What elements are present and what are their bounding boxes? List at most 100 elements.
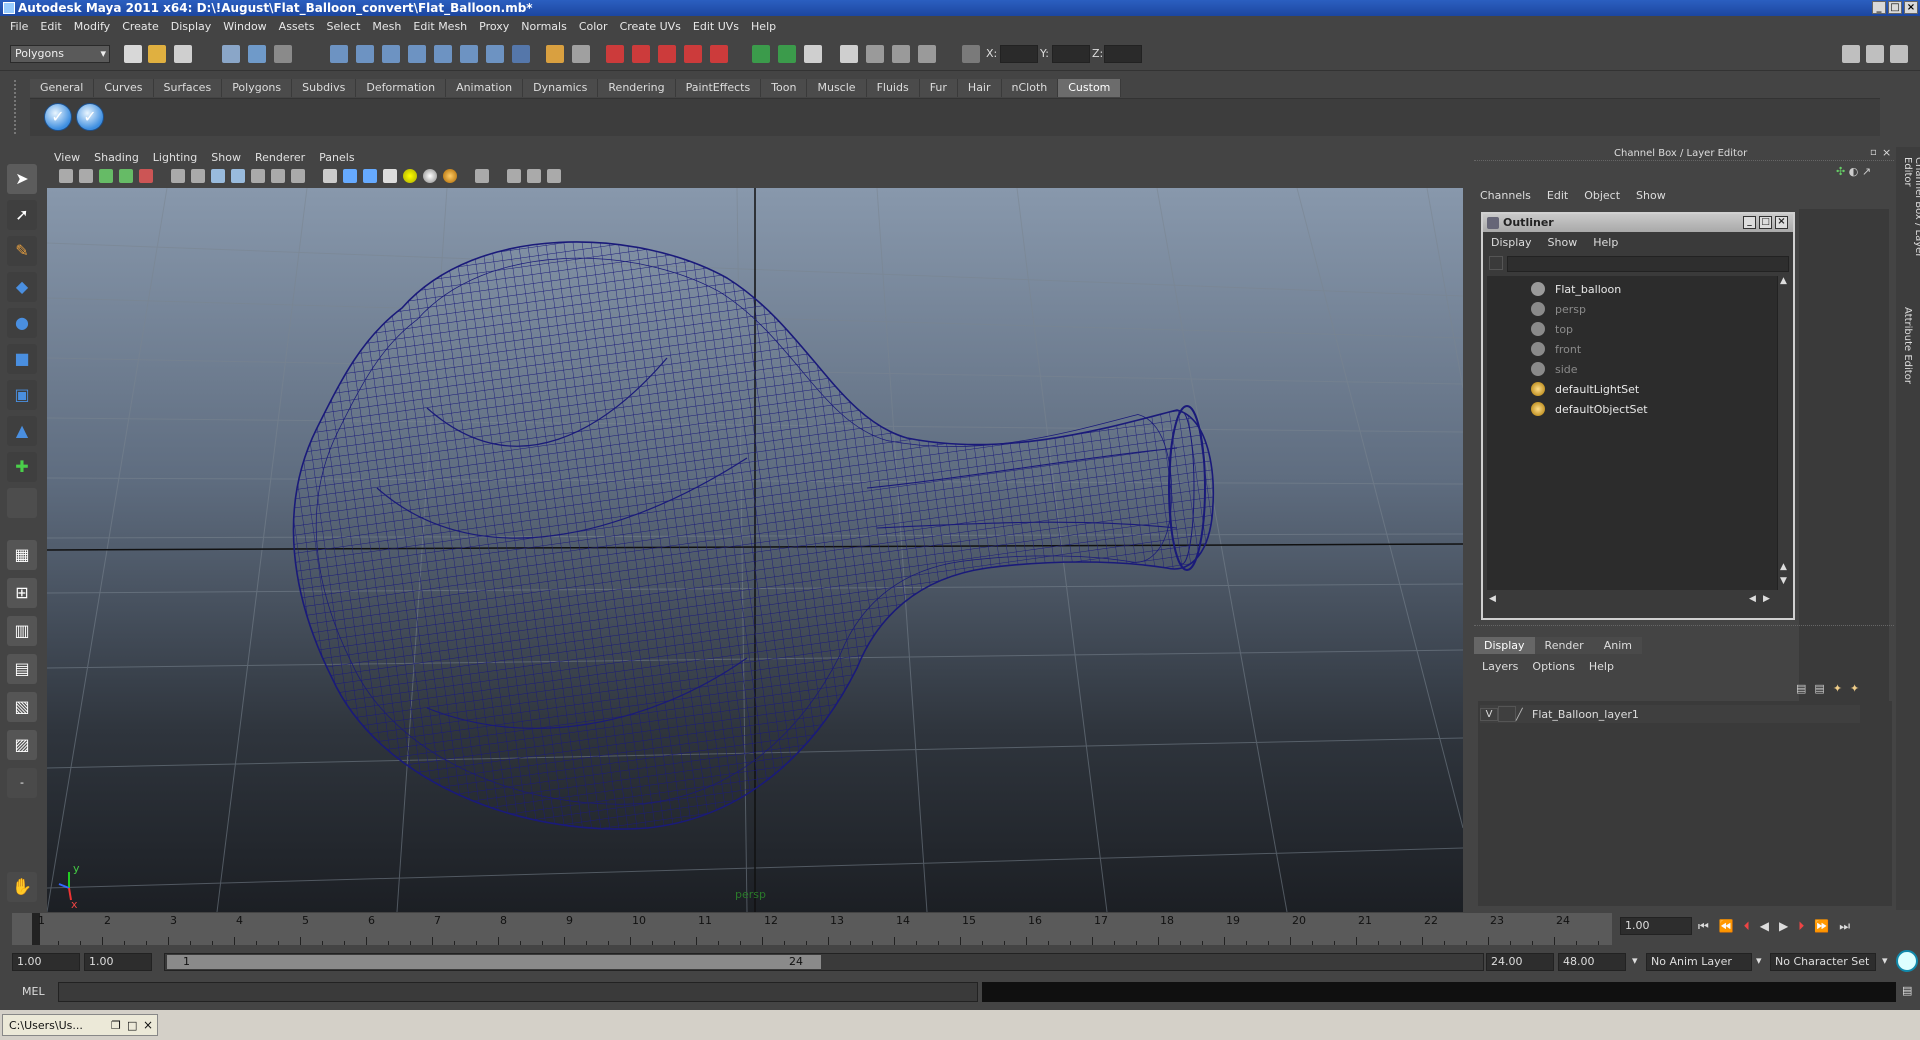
outliner-close-button[interactable]: ×: [1775, 216, 1788, 229]
viewport-menu-panels[interactable]: Panels: [319, 151, 354, 164]
graph-persp-layout-icon[interactable]: ▤: [7, 654, 37, 684]
graph-editor-icon[interactable]: [866, 45, 884, 63]
lasso-tool-icon[interactable]: ➚: [7, 200, 37, 230]
hand-icon[interactable]: ✋: [7, 872, 37, 902]
y-field[interactable]: [1052, 45, 1090, 63]
toggle-channel-box-icon[interactable]: [1842, 45, 1860, 63]
taskbar-item[interactable]: C:\Users\Us... ❐ □ ×: [2, 1014, 158, 1036]
shelf-tab-fluids[interactable]: Fluids: [866, 79, 920, 97]
shelf-tab-animation[interactable]: Animation: [446, 79, 524, 97]
light-icon[interactable]: [403, 169, 417, 183]
help-icon[interactable]: [512, 45, 530, 63]
object-menu[interactable]: Object: [1584, 189, 1620, 202]
float-panel-icon[interactable]: ▫: [1870, 147, 1877, 158]
balloon-wireframe-mesh[interactable]: [292, 241, 1215, 830]
shelf-tab-deformation[interactable]: Deformation: [356, 79, 447, 97]
character-set-selector[interactable]: No Character Set: [1770, 953, 1876, 971]
close-panel-icon[interactable]: ×: [1882, 146, 1891, 159]
outliner-vertical-scrollbar[interactable]: ▲ ▲ ▼: [1777, 276, 1791, 590]
select-tool-icon[interactable]: ➤: [7, 164, 37, 194]
menu-window[interactable]: Window: [223, 20, 266, 33]
shelf-tab-painteffects[interactable]: PaintEffects: [675, 79, 762, 97]
current-frame-field[interactable]: 1.00: [1620, 917, 1692, 935]
transform-input-icon[interactable]: [962, 45, 980, 63]
viewport-menu-shading[interactable]: Shading: [94, 151, 139, 164]
checkmark-shelf-icon[interactable]: ✓: [44, 103, 72, 131]
select-component-icon[interactable]: [274, 45, 292, 63]
go-to-start-icon[interactable]: ⏮: [1698, 919, 1709, 934]
film-gate-icon[interactable]: [191, 169, 205, 183]
step-forward-frame-icon[interactable]: ⏵: [1798, 919, 1804, 934]
layout-expand-icon[interactable]: -: [7, 768, 37, 798]
x-field[interactable]: [1000, 45, 1038, 63]
anim-layer-selector[interactable]: No Anim Layer: [1646, 953, 1752, 971]
outliner-show-menu[interactable]: Show: [1548, 236, 1578, 249]
maximize-icon[interactable]: □: [127, 1019, 137, 1032]
channel-show-menu[interactable]: Show: [1636, 189, 1666, 202]
wireframe-icon[interactable]: [211, 169, 225, 183]
outliner-horizontal-scrollbar[interactable]: ◀ ◀ ▶: [1487, 594, 1777, 608]
outliner-item-default-object-set[interactable]: defaultObjectSet: [1531, 400, 1648, 418]
menu-modify[interactable]: Modify: [74, 20, 110, 33]
persp-graph-layout-icon[interactable]: ▨: [7, 730, 37, 760]
viewport-menu-renderer[interactable]: Renderer: [255, 151, 305, 164]
ambient-occlusion-icon[interactable]: [507, 169, 521, 183]
move-tool-icon[interactable]: ◆: [7, 272, 37, 302]
shelf-tab-curves[interactable]: Curves: [94, 79, 154, 97]
scroll-down-icon[interactable]: ▼: [1780, 576, 1787, 586]
outliner-item-default-light-set[interactable]: defaultLightSet: [1531, 380, 1639, 398]
outliner-minimize-button[interactable]: _: [1743, 216, 1756, 229]
render-view-icon[interactable]: [606, 45, 624, 63]
chevron-down-icon[interactable]: ▾: [1756, 954, 1762, 967]
default-material-icon[interactable]: [323, 169, 337, 183]
attribute-editor-icon[interactable]: [752, 45, 770, 63]
outliner-persp-layout-icon[interactable]: ▥: [7, 616, 37, 646]
layer-help-menu[interactable]: Help: [1589, 660, 1614, 673]
shadow-icon[interactable]: [423, 169, 437, 183]
viewport-menu-view[interactable]: View: [54, 151, 80, 164]
menu-set-selector[interactable]: Polygons ▾: [10, 45, 110, 63]
menu-help[interactable]: Help: [751, 20, 776, 33]
close-icon[interactable]: ×: [143, 1018, 153, 1032]
menu-file[interactable]: File: [10, 20, 28, 33]
ipr-render-icon[interactable]: [658, 45, 676, 63]
checkmark-shelf-icon[interactable]: ✓: [76, 103, 104, 131]
scroll-left-icon[interactable]: ◀: [1489, 594, 1496, 604]
viewport-menu-show[interactable]: Show: [211, 151, 241, 164]
command-input[interactable]: [58, 982, 978, 1002]
shelf-tab-ncloth[interactable]: nCloth: [1001, 79, 1059, 97]
shelf-tab-custom[interactable]: Custom: [1058, 79, 1122, 97]
textured-icon[interactable]: [291, 169, 305, 183]
script-editor-icon[interactable]: ▤: [1902, 984, 1912, 997]
universal-manipulator-icon[interactable]: ▣: [7, 380, 37, 410]
toggle-layer-editor-icon[interactable]: [1866, 45, 1884, 63]
close-button[interactable]: ×: [1904, 1, 1918, 14]
shelf-tab-hair[interactable]: Hair: [957, 79, 1002, 97]
options-menu[interactable]: Options: [1532, 660, 1574, 673]
shelf-tab-muscle[interactable]: Muscle: [807, 79, 867, 97]
snap-plane-icon[interactable]: [408, 45, 426, 63]
tool-settings-icon[interactable]: [778, 45, 796, 63]
channel-edit-menu[interactable]: Edit: [1547, 189, 1568, 202]
menu-edit-mesh[interactable]: Edit Mesh: [413, 20, 467, 33]
outliner-item-front[interactable]: front: [1531, 340, 1581, 358]
menu-color[interactable]: Color: [579, 20, 608, 33]
shelf-tab-subdivs[interactable]: Subdivs: [292, 79, 357, 97]
input-ops-icon[interactable]: [486, 45, 504, 63]
command-language-label[interactable]: MEL: [22, 985, 45, 998]
shelf-tab-polygons[interactable]: Polygons: [222, 79, 293, 97]
outliner-title-bar[interactable]: Outliner _ □ ×: [1483, 214, 1793, 232]
side-tab-attribute-editor[interactable]: Attribute Editor: [1902, 307, 1913, 397]
play-forwards-icon[interactable]: ▶: [1779, 919, 1788, 934]
textured-cube-icon[interactable]: [363, 169, 377, 183]
animation-end-field[interactable]: 48.00: [1558, 953, 1626, 971]
shelf-tab-dynamics[interactable]: Dynamics: [523, 79, 599, 97]
layer-tab-display[interactable]: Display: [1474, 637, 1535, 654]
trax-editor-icon[interactable]: [918, 45, 936, 63]
hypershade-persp-layout-icon[interactable]: ▧: [7, 692, 37, 722]
hyper-icon[interactable]: ↗: [1862, 165, 1871, 178]
all-lights-icon[interactable]: [443, 169, 457, 183]
playback-end-field[interactable]: 24.00: [1486, 953, 1554, 971]
channel-box-icon[interactable]: [804, 45, 822, 63]
outliner-item-top[interactable]: top: [1531, 320, 1573, 338]
